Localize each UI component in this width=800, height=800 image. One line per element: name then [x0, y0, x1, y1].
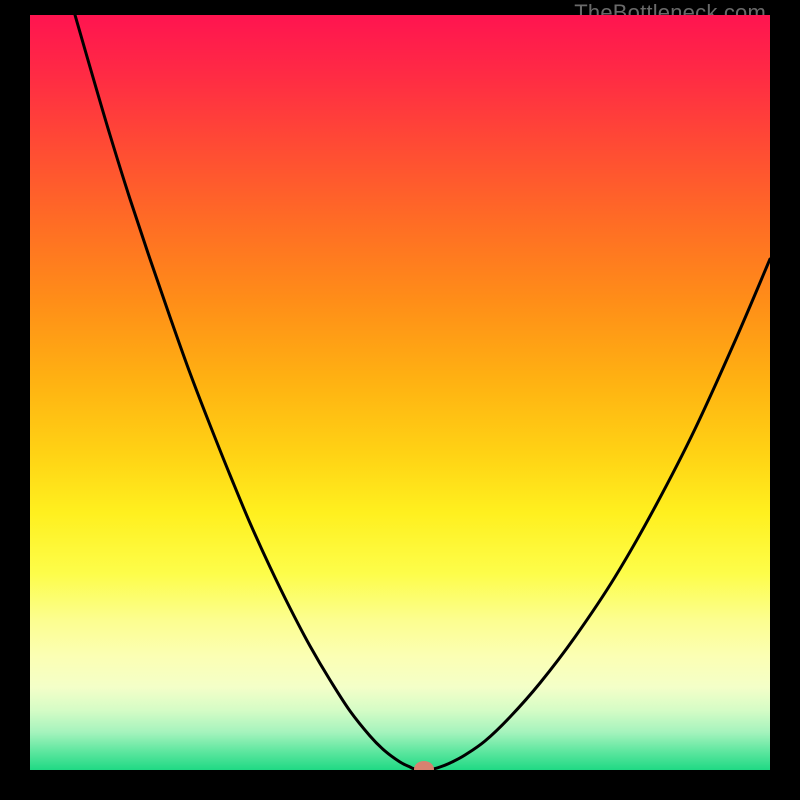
valley-marker	[414, 761, 434, 770]
plot-area	[30, 15, 770, 770]
chart-svg	[30, 15, 770, 770]
chart-frame: TheBottleneck.com	[0, 0, 800, 800]
bottleneck-curve-path	[75, 15, 770, 769]
